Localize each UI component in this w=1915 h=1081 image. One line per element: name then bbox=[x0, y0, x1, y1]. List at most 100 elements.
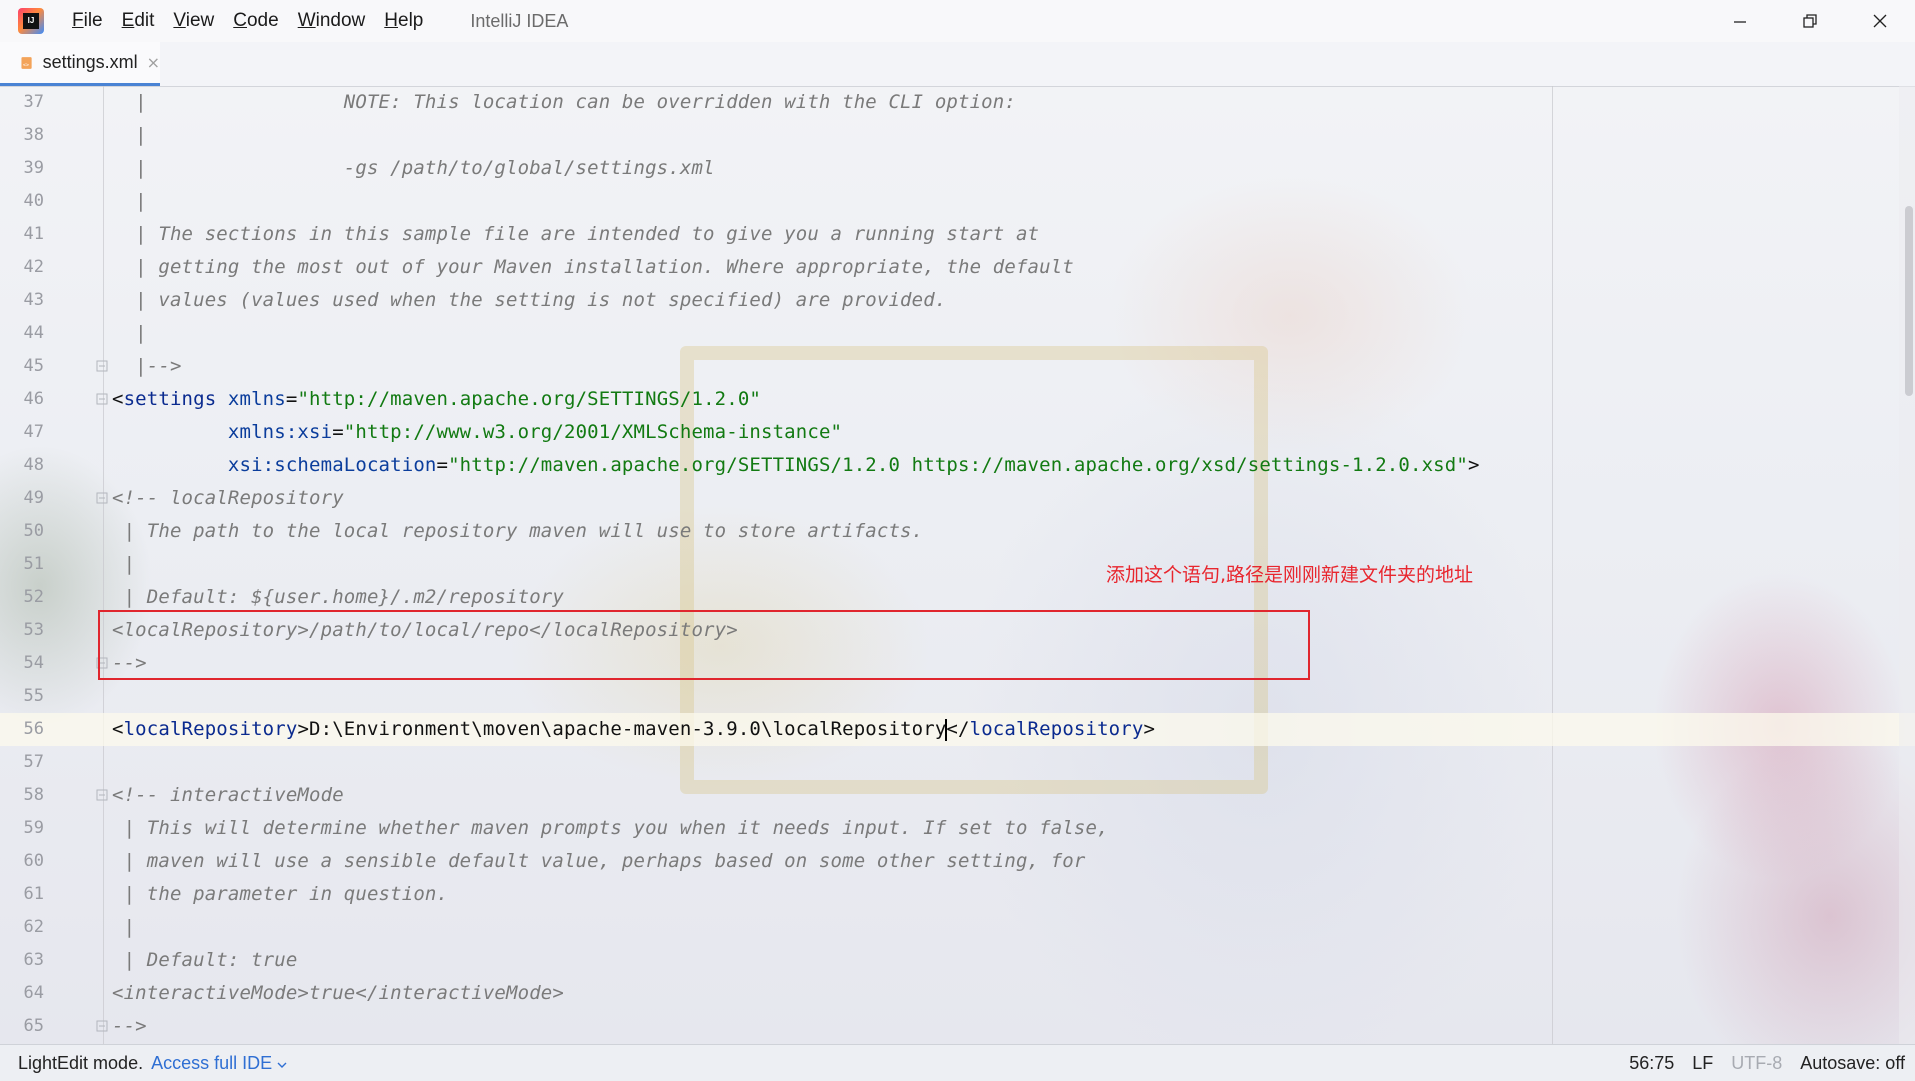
access-full-ide-link[interactable]: Access full IDE bbox=[151, 1053, 287, 1074]
line-number: 47 bbox=[23, 422, 44, 442]
code-text: | bbox=[112, 553, 136, 575]
menu-code[interactable]: Code bbox=[233, 10, 278, 32]
chevron-down-icon bbox=[277, 1062, 287, 1068]
code-line[interactable]: 58 <!-- interactiveMode bbox=[0, 779, 1915, 812]
code-line[interactable]: 38 | bbox=[0, 119, 1915, 152]
line-number: 51 bbox=[23, 554, 44, 574]
code-text: xmlns:xsi="http://www.w3.org/2001/XMLSch… bbox=[227, 421, 843, 443]
code-line[interactable]: 40 | bbox=[0, 185, 1915, 218]
lightedit-mode-label: LightEdit mode. bbox=[18, 1052, 144, 1073]
code-line[interactable]: 47 xmlns:xsi="http://www.w3.org/2001/XML… bbox=[0, 416, 1915, 449]
code-text: | The path to the local repository maven… bbox=[112, 520, 924, 542]
code-text: | getting the most out of your Maven ins… bbox=[112, 256, 1074, 278]
intellij-logo-icon: IJ bbox=[18, 8, 44, 34]
restore-button[interactable] bbox=[1775, 0, 1845, 42]
line-number: 48 bbox=[23, 455, 44, 475]
code-text: <localRepository>D:\Environment\moven\ap… bbox=[112, 718, 1156, 741]
scrollbar-thumb[interactable] bbox=[1905, 206, 1913, 396]
code-text: --> bbox=[112, 1015, 147, 1037]
code-text: <settings xmlns="http://maven.apache.org… bbox=[112, 388, 762, 410]
menu-window[interactable]: Window bbox=[298, 10, 366, 32]
code-text: | values (values used when the setting i… bbox=[112, 289, 947, 311]
code-line[interactable]: 65 --> bbox=[0, 1010, 1915, 1043]
code-line[interactable]: 62 | bbox=[0, 911, 1915, 944]
line-number: 55 bbox=[23, 686, 44, 706]
code-line[interactable]: 41 | The sections in this sample file ar… bbox=[0, 218, 1915, 251]
line-number: 39 bbox=[23, 158, 44, 178]
annotation-text: 添加这个语句,路径是刚刚新建文件夹的地址 bbox=[1106, 564, 1474, 586]
fold-marker-icon[interactable] bbox=[96, 789, 108, 801]
line-number: 64 bbox=[23, 983, 44, 1003]
code-text: | maven will use a sensible default valu… bbox=[112, 850, 1086, 872]
line-number: 37 bbox=[23, 92, 44, 112]
fold-marker-icon[interactable] bbox=[96, 360, 108, 372]
line-number: 42 bbox=[23, 257, 44, 277]
line-number: 61 bbox=[23, 884, 44, 904]
code-line[interactable]: 51 | bbox=[0, 548, 1915, 581]
vertical-scrollbar[interactable] bbox=[1899, 86, 1915, 1044]
menu-edit[interactable]: Edit bbox=[122, 10, 155, 32]
code-line[interactable]: 63 | Default: true bbox=[0, 944, 1915, 977]
line-number: 49 bbox=[23, 488, 44, 508]
code-line[interactable]: 49 <!-- localRepository bbox=[0, 482, 1915, 515]
close-window-button[interactable] bbox=[1845, 0, 1915, 42]
annotation-highlight-box bbox=[98, 610, 1310, 680]
code-text: | NOTE: This location can be overridden … bbox=[112, 91, 1016, 113]
line-number: 40 bbox=[23, 191, 44, 211]
code-line[interactable]: 50 | The path to the local repository ma… bbox=[0, 515, 1915, 548]
menu-file[interactable]: File bbox=[72, 10, 103, 32]
editor-tab-bar: <> settings.xml × bbox=[0, 42, 1915, 87]
line-number: 63 bbox=[23, 950, 44, 970]
line-number: 56 bbox=[23, 719, 44, 739]
code-text: <interactiveMode>true</interactiveMode> bbox=[112, 982, 564, 1004]
code-line[interactable]: 46 <settings xmlns="http://maven.apache.o… bbox=[0, 383, 1915, 416]
line-number: 60 bbox=[23, 851, 44, 871]
tab-close-icon[interactable]: × bbox=[147, 53, 160, 72]
fold-marker-icon[interactable] bbox=[96, 393, 108, 405]
fold-marker-icon[interactable] bbox=[96, 1020, 108, 1032]
svg-text:<>: <> bbox=[23, 62, 29, 68]
line-number: 62 bbox=[23, 917, 44, 937]
minimize-button[interactable] bbox=[1705, 0, 1775, 42]
line-number: 52 bbox=[23, 587, 44, 607]
caret-position[interactable]: 56:75 bbox=[1629, 1053, 1674, 1074]
autosave-status[interactable]: Autosave: off bbox=[1800, 1053, 1905, 1074]
line-separator[interactable]: LF bbox=[1692, 1053, 1713, 1074]
fold-marker-icon[interactable] bbox=[96, 492, 108, 504]
code-line[interactable]: 44 | bbox=[0, 317, 1915, 350]
tab-settings-xml[interactable]: <> settings.xml × bbox=[0, 42, 160, 86]
code-line[interactable]: 48 xsi:schemaLocation="http://maven.apac… bbox=[0, 449, 1915, 482]
code-line[interactable]: 61 | the parameter in question. bbox=[0, 878, 1915, 911]
code-text: | bbox=[112, 124, 147, 146]
menu-view[interactable]: View bbox=[173, 10, 214, 32]
code-line[interactable]: 56 <localRepository>D:\Environment\moven\… bbox=[0, 713, 1915, 746]
code-line[interactable]: 37 | NOTE: This location can be overridd… bbox=[0, 86, 1915, 119]
file-encoding[interactable]: UTF-8 bbox=[1731, 1053, 1782, 1074]
line-number: 58 bbox=[23, 785, 44, 805]
close-icon bbox=[1873, 14, 1887, 28]
tab-label: settings.xml bbox=[42, 52, 138, 72]
code-line[interactable]: 43 | values (values used when the settin… bbox=[0, 284, 1915, 317]
code-line[interactable]: 64 <interactiveMode>true</interactiveMode… bbox=[0, 977, 1915, 1010]
minimize-icon bbox=[1734, 21, 1746, 23]
menu-bar: File Edit View Code Window Help bbox=[72, 10, 442, 32]
code-text: | The sections in this sample file are i… bbox=[112, 223, 1040, 245]
line-number: 45 bbox=[23, 356, 44, 376]
code-text: | Default: true bbox=[112, 949, 298, 971]
xml-file-icon: <> bbox=[21, 56, 32, 69]
code-line[interactable]: 60 | maven will use a sensible default v… bbox=[0, 845, 1915, 878]
code-line[interactable]: 59 | This will determine whether maven p… bbox=[0, 812, 1915, 845]
code-line[interactable]: 55 bbox=[0, 680, 1915, 713]
line-number: 65 bbox=[23, 1016, 44, 1036]
code-line[interactable]: 57 bbox=[0, 746, 1915, 779]
code-line[interactable]: 39 | -gs /path/to/global/settings.xml bbox=[0, 152, 1915, 185]
code-editor[interactable]: 37 | NOTE: This location can be overridd… bbox=[0, 86, 1915, 1044]
code-text: |--> bbox=[112, 355, 182, 377]
code-line[interactable]: 42 | getting the most out of your Maven … bbox=[0, 251, 1915, 284]
line-number: 59 bbox=[23, 818, 44, 838]
menu-help[interactable]: Help bbox=[384, 10, 423, 32]
code-text: | bbox=[112, 322, 147, 344]
code-line[interactable]: 45 |--> bbox=[0, 350, 1915, 383]
code-text: <!-- localRepository bbox=[112, 487, 344, 509]
app-title: IntelliJ IDEA bbox=[470, 10, 569, 31]
